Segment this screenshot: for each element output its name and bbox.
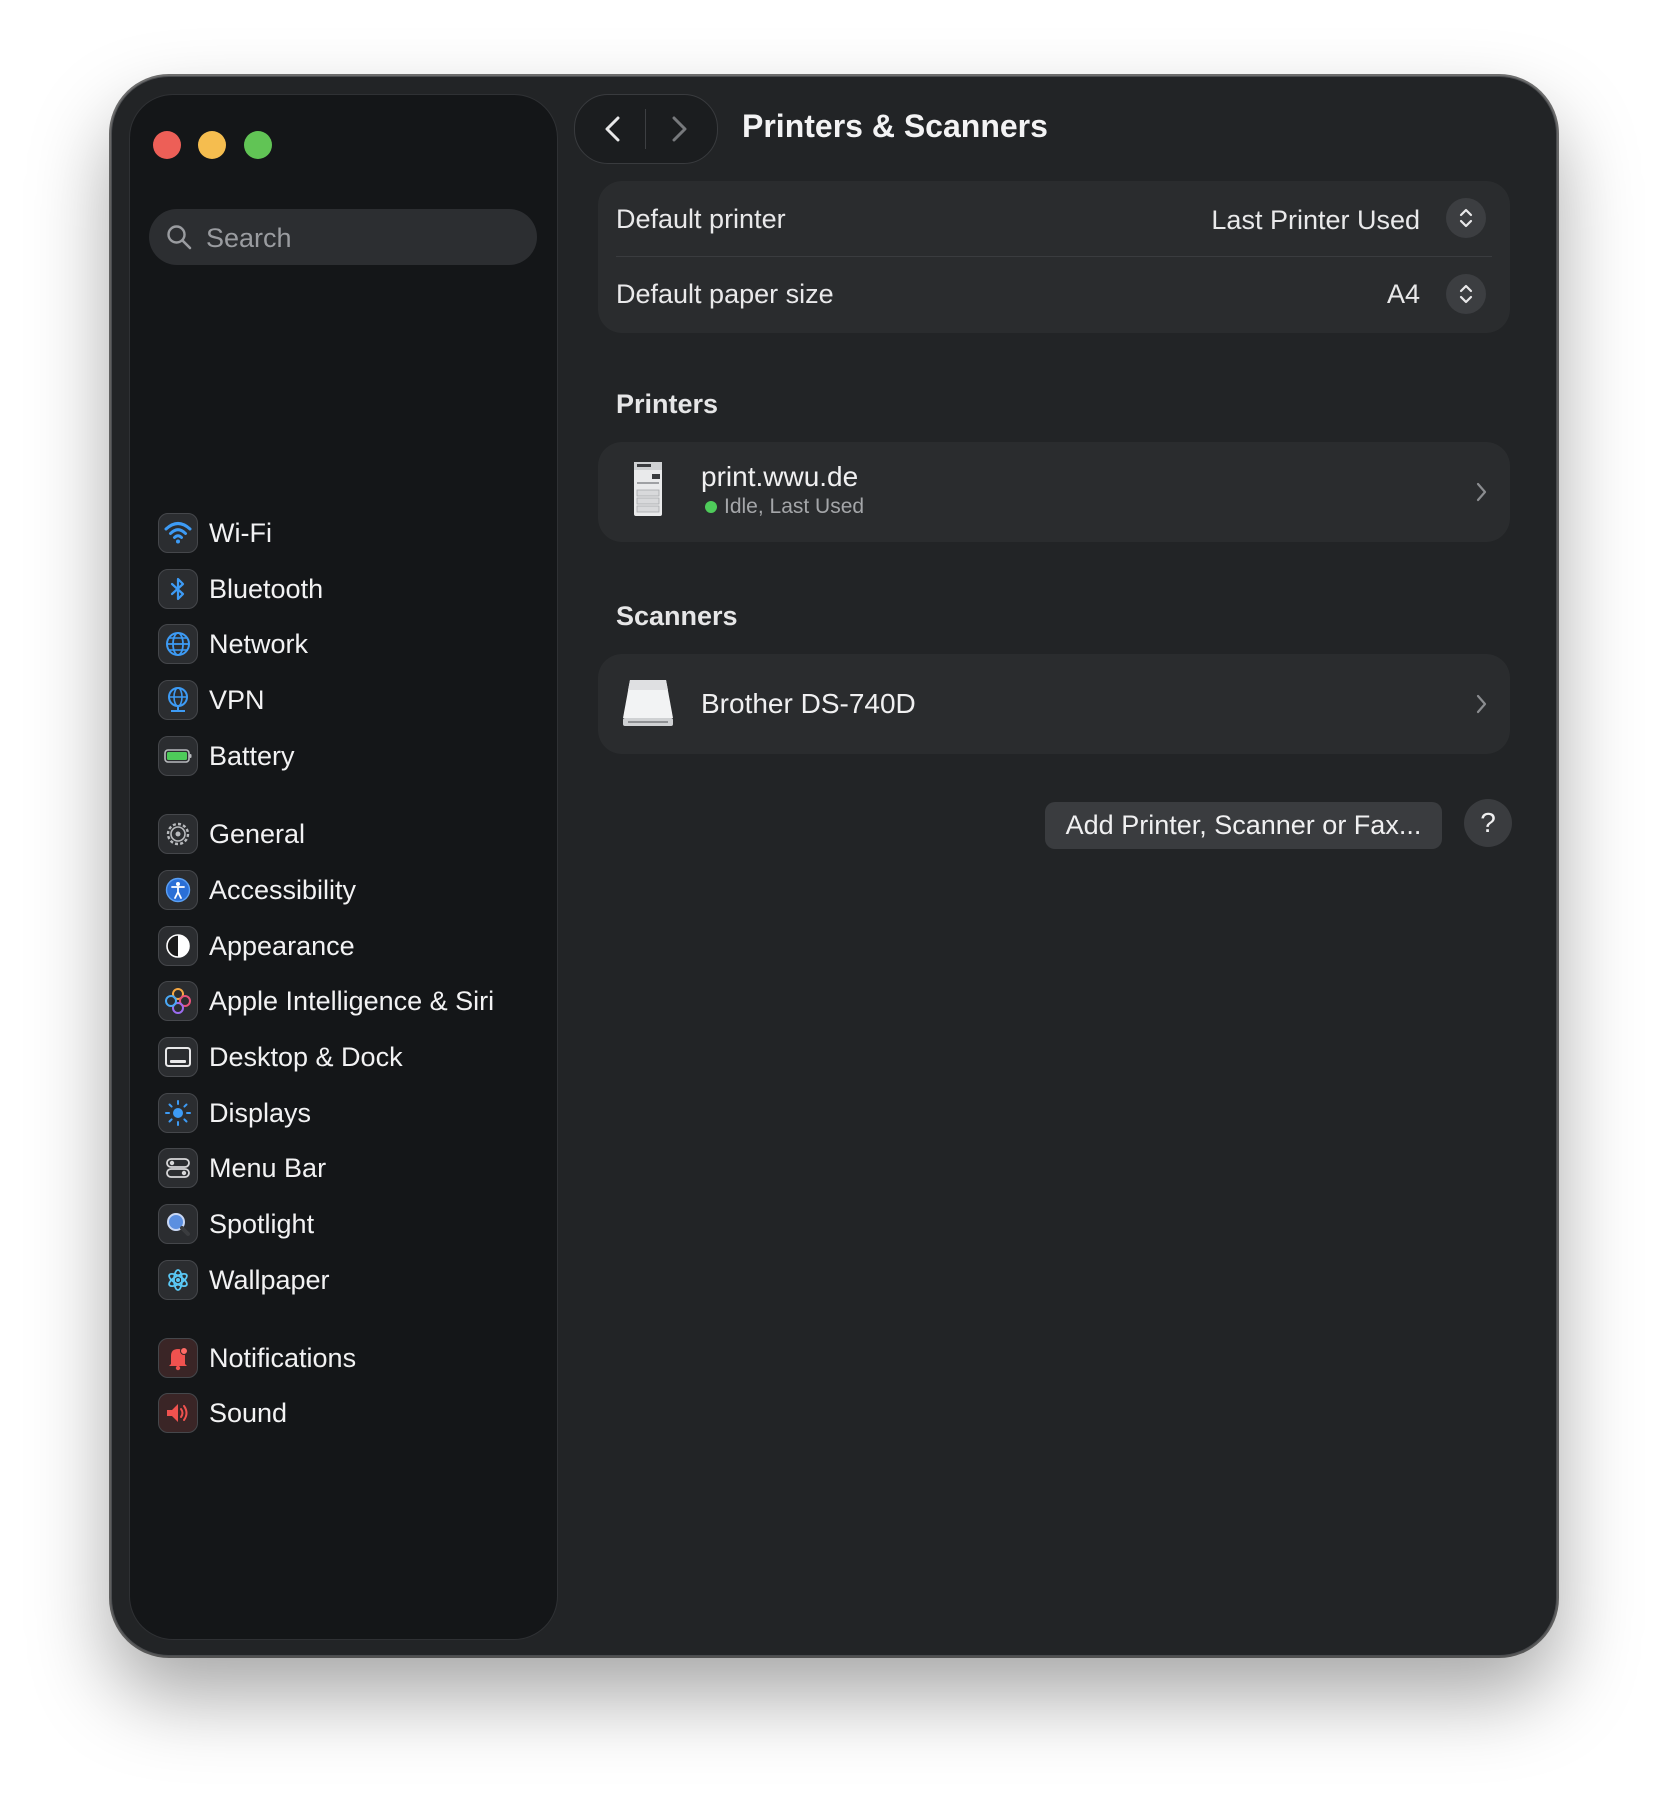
default-paper-size-stepper[interactable] — [1446, 274, 1486, 314]
printer-name: print.wwu.de — [701, 461, 859, 492]
scanners-section-title: Scanners — [616, 601, 738, 631]
search-field[interactable] — [149, 209, 537, 267]
default-printer-value[interactable]: Last Printer Used — [1211, 205, 1420, 236]
sidebar-item-label: Displays — [209, 1097, 312, 1128]
sidebar-item-label: Sound — [209, 1397, 288, 1428]
chevron-right-icon — [1476, 694, 1487, 714]
sidebar-item-label: VPN — [209, 684, 265, 715]
sidebar-item-label: Desktop & Dock — [209, 1041, 403, 1072]
sidebar-item-battery[interactable]: Battery — [158, 730, 538, 782]
close-button[interactable] — [153, 131, 181, 159]
sidebar-item-label: Accessibility — [209, 874, 357, 905]
printer-row[interactable]: print.wwu.de Idle, Last Used — [598, 442, 1510, 542]
scanner-name: Brother DS-740D — [701, 688, 916, 719]
add-printer-scanner-fax-button[interactable]: Add Printer, Scanner or Fax... — [1045, 802, 1442, 849]
dock-icon — [158, 1037, 198, 1077]
sun-icon — [158, 1093, 198, 1133]
back-button[interactable] — [589, 105, 637, 153]
sidebar-item-wallpaper[interactable]: Wallpaper — [158, 1254, 538, 1306]
speaker-icon — [158, 1393, 198, 1433]
sidebar-item-sound[interactable]: Sound — [158, 1387, 538, 1439]
chevron-right-icon — [1476, 482, 1487, 502]
sidebar-item-label: Battery — [209, 740, 295, 771]
sidebar-item-label: General — [209, 818, 306, 849]
sidebar-item-vpn[interactable]: VPN — [158, 674, 538, 726]
navigation-buttons — [574, 94, 718, 164]
vpn-globe-icon — [158, 680, 198, 720]
minimize-button[interactable] — [198, 131, 226, 159]
bell-icon — [158, 1338, 198, 1378]
appearance-icon — [158, 926, 198, 966]
scanner-icon — [620, 678, 676, 735]
defaults-card: Default printer Last Printer Used Defaul… — [598, 181, 1510, 333]
sidebar-item-label: Wi-Fi — [209, 517, 272, 548]
sidebar-item-label: Apple Intelligence & Siri — [209, 985, 495, 1016]
search-icon — [167, 225, 192, 250]
zoom-button[interactable] — [244, 131, 272, 159]
default-printer-stepper[interactable] — [1446, 198, 1486, 238]
sidebar-item-network[interactable]: Network — [158, 618, 538, 670]
menubar-icon — [158, 1148, 198, 1188]
wifi-icon — [158, 513, 198, 553]
bluetooth-icon — [158, 569, 198, 609]
default-paper-size-value[interactable]: A4 — [1387, 279, 1420, 310]
sidebar-item-label: Bluetooth — [209, 573, 324, 604]
settings-window: Wi-Fi Bluetooth Network — [111, 76, 1557, 1656]
sidebar-item-bluetooth[interactable]: Bluetooth — [158, 563, 538, 615]
sidebar-item-spotlight[interactable]: Spotlight — [158, 1198, 538, 1250]
flower-icon — [158, 1260, 198, 1300]
sidebar-item-apple-intelligence-siri[interactable]: Apple Intelligence & Siri — [158, 975, 538, 1027]
printer-icon — [628, 460, 668, 523]
sidebar-item-label: Network — [209, 628, 309, 659]
sidebar-item-displays[interactable]: Displays — [158, 1087, 538, 1139]
chevron-up-down-icon — [1459, 208, 1473, 228]
sidebar-item-label: Spotlight — [209, 1208, 315, 1239]
scanner-row[interactable]: Brother DS-740D — [598, 654, 1510, 754]
sidebar-item-general[interactable]: General — [158, 808, 538, 860]
chevron-right-icon — [672, 116, 687, 142]
sidebar-item-wifi[interactable]: Wi-Fi — [158, 507, 538, 559]
page-title: Printers & Scanners — [742, 108, 1048, 144]
sidebar-item-accessibility[interactable]: Accessibility — [158, 864, 538, 916]
search-input[interactable] — [204, 209, 528, 267]
sidebar-item-label: Notifications — [209, 1342, 357, 1373]
globe-icon — [158, 624, 198, 664]
magnifier-icon — [158, 1204, 198, 1244]
status-dot-icon — [705, 501, 717, 513]
sidebar-item-desktop-dock[interactable]: Desktop & Dock — [158, 1031, 538, 1083]
help-button[interactable]: ? — [1464, 799, 1512, 847]
sidebar-item-notifications[interactable]: Notifications — [158, 1332, 538, 1384]
forward-button[interactable] — [655, 105, 703, 153]
accessibility-icon — [158, 870, 198, 910]
sidebar-item-appearance[interactable]: Appearance — [158, 920, 538, 972]
chevron-up-down-icon — [1459, 284, 1473, 304]
gear-icon — [158, 814, 198, 854]
sidebar-item-menu-bar[interactable]: Menu Bar — [158, 1142, 538, 1194]
printer-status: Idle, Last Used — [724, 495, 865, 518]
sidebar-item-label: Wallpaper — [209, 1264, 330, 1295]
default-paper-size-label: Default paper size — [616, 279, 834, 309]
battery-icon — [158, 736, 198, 776]
sidebar: Wi-Fi Bluetooth Network — [129, 94, 558, 1640]
printers-section-title: Printers — [616, 389, 719, 419]
siri-icon — [158, 981, 198, 1021]
default-printer-label: Default printer — [616, 204, 786, 234]
sidebar-item-label: Appearance — [209, 930, 355, 961]
sidebar-item-label: Menu Bar — [209, 1152, 327, 1183]
chevron-left-icon — [605, 116, 620, 142]
